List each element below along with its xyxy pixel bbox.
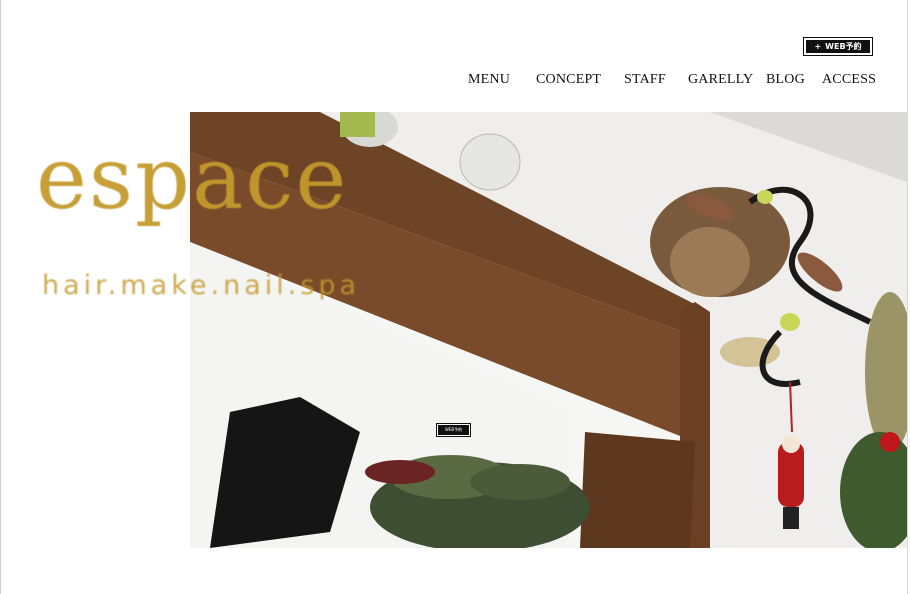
main-nav: MENU CONCEPT STAFF GARELLY BLOG ACCESS	[0, 72, 910, 92]
nav-item-staff[interactable]: STAFF	[624, 72, 666, 88]
nav-item-access[interactable]: ACCESS	[822, 72, 876, 88]
plus-icon: +	[814, 42, 822, 51]
nav-item-menu[interactable]: MENU	[468, 72, 510, 88]
web-booking-label: WEB予約	[825, 42, 862, 51]
overlay-button-label: WEB予約	[444, 427, 463, 432]
nav-item-blog[interactable]: BLOG	[766, 72, 805, 88]
logo-subtitle: hair.make.nail.spa	[42, 270, 361, 301]
web-booking-button[interactable]: + WEB予約	[803, 37, 873, 56]
nav-item-gallery[interactable]: GARELLY	[688, 72, 753, 88]
logo-wordmark[interactable]: espace	[36, 136, 348, 222]
web-booking-mini-button[interactable]: WEB予約	[436, 423, 471, 437]
nav-item-concept[interactable]: CONCEPT	[536, 72, 601, 88]
